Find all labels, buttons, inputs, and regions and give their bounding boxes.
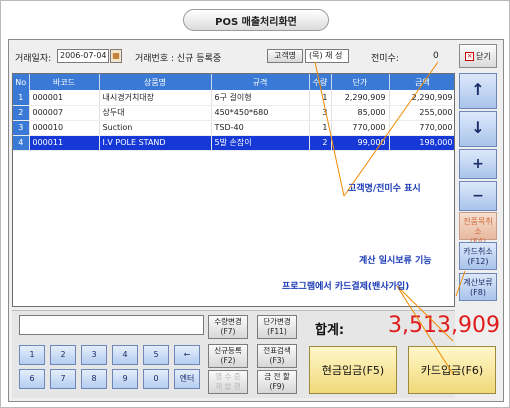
callout-line (455, 270, 466, 297)
callout-line (314, 61, 345, 197)
callout-line (396, 285, 454, 375)
callout-line (396, 285, 454, 342)
screenshot-frame: POS 매출처리화면 거래일자: 2006-07-04 ▦ 거래번호 : 신규 … (0, 0, 510, 408)
annotation-card-pay: 프로그램에서 카드결제(밴사가입) (282, 282, 410, 292)
annotation-customer: 고객명/전미수 표시 (348, 184, 421, 194)
annotation-hold: 계산 일시보류 기능 (359, 256, 432, 266)
callout-lines (314, 61, 466, 375)
callout-line (343, 61, 439, 197)
